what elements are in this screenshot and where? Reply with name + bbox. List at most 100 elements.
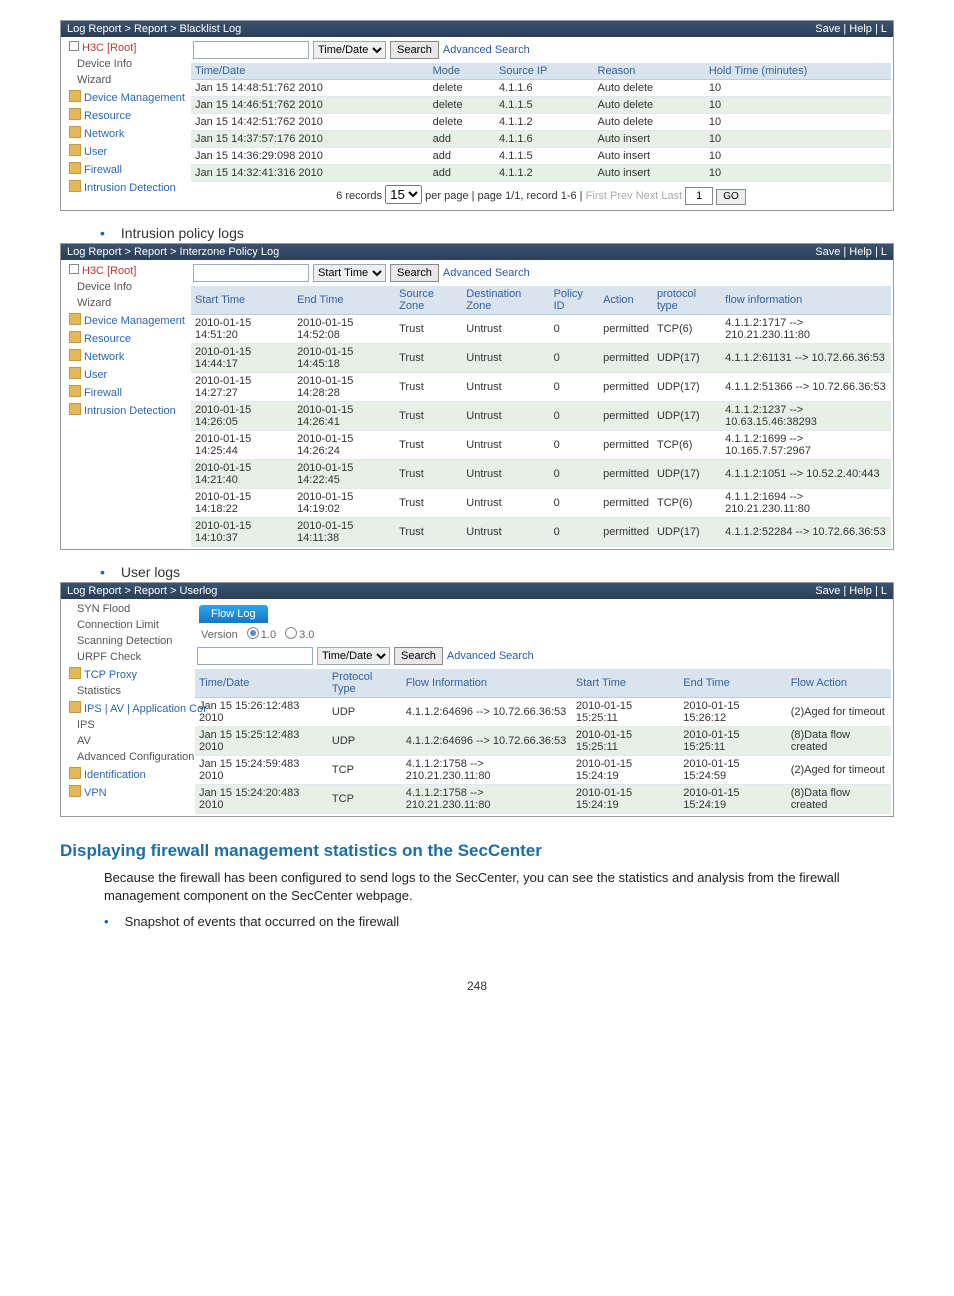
table-cell: 10 (705, 80, 891, 97)
breadcrumb: Log Report > Report > Blacklist Log Save… (61, 21, 893, 37)
section-title: Displaying firewall management statistic… (60, 841, 894, 861)
table-cell: permitted (599, 431, 653, 460)
blacklist-log-panel: Log Report > Report > Blacklist Log Save… (60, 20, 894, 211)
table-cell: 2010-01-15 14:28:28 (293, 373, 395, 402)
table-cell: Jan 15 15:24:59:483 2010 (195, 756, 328, 785)
table-cell: 10 (705, 131, 891, 148)
search-input[interactable] (193, 41, 309, 59)
search-button[interactable]: Search (390, 264, 439, 282)
table-cell: 2010-01-15 14:26:05 (191, 402, 293, 431)
table-cell: TCP(6) (653, 431, 721, 460)
table-cell: (8)Data flow created (787, 785, 891, 814)
userlog-panel: Log Report > Report > Userlog Save | Hel… (60, 582, 894, 817)
table-cell: Untrust (462, 402, 549, 431)
table-cell: permitted (599, 489, 653, 518)
col-srcip[interactable]: Source IP (495, 63, 593, 80)
table-cell: Jan 15 14:48:51:762 2010 (191, 80, 429, 97)
table-cell: 2010-01-15 14:51:20 (191, 315, 293, 344)
table-cell: 4.1.1.5 (495, 148, 593, 165)
table-cell: 2010-01-15 14:18:22 (191, 489, 293, 518)
table-cell: 2010-01-15 15:25:11 (572, 698, 679, 727)
table-cell: 4.1.1.2:61131 --> 10.72.66.36:53 (721, 344, 891, 373)
tree-item[interactable]: Wizard (61, 72, 191, 88)
table-cell: Auto insert (594, 131, 705, 148)
advanced-search-link[interactable]: Advanced Search (443, 44, 530, 56)
table-cell: Jan 15 15:26:12:483 2010 (195, 698, 328, 727)
tree-item[interactable]: Intrusion Detection (61, 178, 191, 196)
table-cell: 4.1.1.5 (495, 97, 593, 114)
table-cell: (8)Data flow created (787, 727, 891, 756)
pager-go-button[interactable]: GO (716, 189, 746, 205)
table-cell: Trust (395, 315, 462, 344)
table-cell: UDP(17) (653, 402, 721, 431)
search-field-select[interactable]: Time/Date (317, 647, 390, 665)
table-row: 2010-01-15 14:10:372010-01-15 14:11:38Tr… (191, 518, 891, 547)
radio-v3[interactable] (285, 627, 297, 639)
search-button[interactable]: Search (394, 647, 443, 665)
table-row: Jan 15 14:42:51:762 2010delete4.1.1.2Aut… (191, 114, 891, 131)
pager-perpage[interactable]: 15 (385, 185, 422, 204)
pager-page-input[interactable] (685, 187, 713, 205)
pager-nav[interactable]: First Prev Next Last (586, 190, 683, 202)
tree-item[interactable]: User (61, 142, 191, 160)
search-input[interactable] (197, 647, 313, 665)
tree-item[interactable]: Device Info (61, 56, 191, 72)
advanced-search-link[interactable]: Advanced Search (443, 267, 530, 279)
table-cell: Jan 15 15:25:12:483 2010 (195, 727, 328, 756)
table-cell: permitted (599, 373, 653, 402)
tree-item[interactable]: Network (61, 124, 191, 142)
search-input[interactable] (193, 264, 309, 282)
table-cell: (2)Aged for timeout (787, 756, 891, 785)
tab-flowlog[interactable]: Flow Log (199, 605, 268, 623)
table-row: Jan 15 15:24:20:483 2010TCP4.1.1.2:1758 … (195, 785, 891, 814)
table-cell: UDP(17) (653, 460, 721, 489)
table-cell: UDP(17) (653, 373, 721, 402)
tree-root[interactable]: H3C [Root] (61, 39, 191, 56)
table-row: Jan 15 15:24:59:483 2010TCP4.1.1.2:1758 … (195, 756, 891, 785)
bullet-item: •Snapshot of events that occurred on the… (104, 914, 894, 929)
radio-v1[interactable] (247, 627, 259, 639)
table-cell: UDP (328, 698, 402, 727)
col-reason[interactable]: Reason (594, 63, 705, 80)
table-row: 2010-01-15 14:21:402010-01-15 14:22:45Tr… (191, 460, 891, 489)
table-cell: 4.1.1.6 (495, 80, 593, 97)
tree-item[interactable]: Device Management (61, 88, 191, 106)
table-cell: 0 (550, 373, 599, 402)
table-cell: 4.1.1.6 (495, 131, 593, 148)
table-row: 2010-01-15 14:27:272010-01-15 14:28:28Tr… (191, 373, 891, 402)
table-cell: 2010-01-15 14:11:38 (293, 518, 395, 547)
table-cell: 4.1.1.2:1758 --> 210.21.230.11:80 (402, 785, 572, 814)
page-number: 248 (60, 979, 894, 993)
table-cell: Jan 15 14:37:57:176 2010 (191, 131, 429, 148)
table-cell: Untrust (462, 344, 549, 373)
table-cell: 2010-01-15 14:25:44 (191, 431, 293, 460)
table-cell: permitted (599, 402, 653, 431)
breadcrumb-text: Log Report > Report > Blacklist Log (67, 23, 241, 35)
nav-tree: H3C [Root] Device Info Wizard Device Man… (61, 37, 191, 210)
table-cell: permitted (599, 315, 653, 344)
table-cell: 4.1.1.2:64696 --> 10.72.66.36:53 (402, 698, 572, 727)
col-mode[interactable]: Mode (429, 63, 495, 80)
search-field-select[interactable]: Start Time (313, 264, 386, 282)
table-cell: TCP (328, 785, 402, 814)
tree-item[interactable]: Resource (61, 106, 191, 124)
search-button[interactable]: Search (390, 41, 439, 59)
table-row: Jan 15 15:25:12:483 2010UDP4.1.1.2:64696… (195, 727, 891, 756)
col-hold[interactable]: Hold Time (minutes) (705, 63, 891, 80)
tree-item[interactable]: Firewall (61, 160, 191, 178)
col-time[interactable]: Time/Date (191, 63, 429, 80)
pager: 6 records 15 per page | page 1/1, record… (191, 182, 891, 208)
table-cell: Untrust (462, 460, 549, 489)
blacklist-table: Time/Date Mode Source IP Reason Hold Tim… (191, 63, 891, 182)
table-cell: 0 (550, 344, 599, 373)
table-cell: Auto insert (594, 148, 705, 165)
advanced-search-link[interactable]: Advanced Search (447, 650, 534, 662)
table-cell: 2010-01-15 14:26:24 (293, 431, 395, 460)
breadcrumb-links[interactable]: Save | Help | L (815, 23, 887, 35)
table-cell: Auto insert (594, 165, 705, 182)
table-cell: permitted (599, 518, 653, 547)
table-cell: Untrust (462, 518, 549, 547)
table-cell: 4.1.1.2:51366 --> 10.72.66.36:53 (721, 373, 891, 402)
table-cell: Jan 15 14:46:51:762 2010 (191, 97, 429, 114)
search-field-select[interactable]: Time/Date (313, 41, 386, 59)
